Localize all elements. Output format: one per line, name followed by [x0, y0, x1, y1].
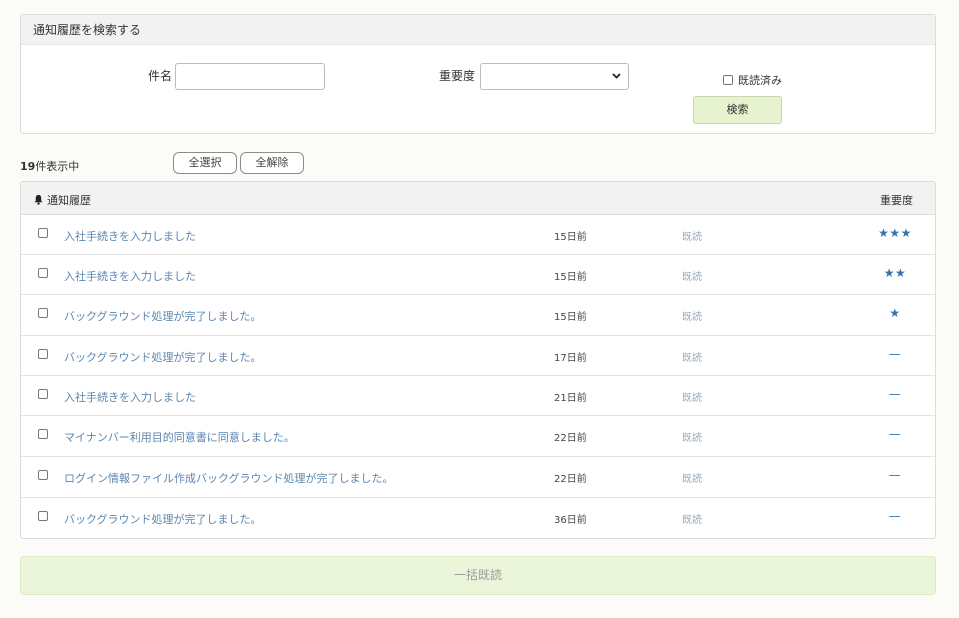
priority-label: 重要度	[439, 69, 476, 83]
row-priority: —	[888, 387, 902, 401]
row-checkbox[interactable]	[38, 470, 48, 480]
select-all-button[interactable]: 全選択	[173, 152, 237, 174]
row-checkbox[interactable]	[38, 308, 48, 318]
table-header-title-text: 通知履歴	[47, 194, 91, 207]
row-checkbox[interactable]	[38, 389, 48, 399]
row-age: 17日前	[554, 353, 587, 364]
table-row[interactable]: 入社手続きを入力しました 15日前 既読 ★★★	[21, 215, 935, 255]
subject-label: 件名	[148, 69, 173, 83]
row-priority: —	[888, 427, 902, 441]
deselect-all-button[interactable]: 全解除	[240, 152, 304, 174]
row-status: 既読	[682, 353, 702, 364]
row-priority: —	[888, 509, 902, 523]
notification-history-table: 通知履歴 重要度 入社手続きを入力しました 15日前 既読 ★★★ 入社手続きを…	[20, 181, 936, 539]
table-header-title: 通知履歴	[33, 192, 91, 208]
row-status: 既読	[682, 474, 702, 485]
read-filter[interactable]: 既読済み	[723, 72, 782, 88]
table-row[interactable]: バックグラウンド処理が完了しました。 17日前 既読 —	[21, 336, 935, 376]
result-count-suffix: 件表示中	[35, 160, 80, 173]
table-row[interactable]: 入社手続きを入力しました 15日前 既読 ★★	[21, 255, 935, 295]
row-priority: ★★	[883, 266, 907, 280]
row-checkbox[interactable]	[38, 268, 48, 278]
search-panel-title: 通知履歴を検索する	[21, 15, 935, 45]
table-row[interactable]: バックグラウンド処理が完了しました。 36日前 既読 —	[21, 498, 935, 538]
row-priority: ★	[889, 306, 901, 320]
table-row[interactable]: マイナンバー利用目的同意書に同意しました。 22日前 既読 —	[21, 416, 935, 457]
chevron-down-icon	[612, 73, 621, 79]
row-status: 既読	[682, 272, 702, 283]
row-checkbox[interactable]	[38, 228, 48, 238]
row-priority: ★★★	[878, 226, 912, 240]
subject-input[interactable]	[175, 63, 325, 90]
row-priority: —	[888, 468, 902, 482]
row-age: 21日前	[554, 393, 587, 404]
row-title[interactable]: バックグラウンド処理が完了しました。	[64, 511, 262, 527]
priority-select[interactable]	[480, 63, 629, 90]
row-priority: —	[888, 347, 902, 361]
read-filter-label: 既読済み	[738, 74, 782, 87]
row-status: 既読	[682, 515, 702, 526]
row-checkbox[interactable]	[38, 511, 48, 521]
row-checkbox[interactable]	[38, 429, 48, 439]
row-checkbox[interactable]	[38, 349, 48, 359]
result-count: 19件表示中	[20, 158, 79, 174]
row-status: 既読	[682, 433, 702, 444]
row-status: 既読	[682, 232, 702, 243]
table-row[interactable]: ログイン情報ファイル作成バックグラウンド処理が完了しました。 22日前 既読 —	[21, 457, 935, 498]
table-row[interactable]: 入社手続きを入力しました 21日前 既読 —	[21, 376, 935, 416]
row-title[interactable]: ログイン情報ファイル作成バックグラウンド処理が完了しました。	[64, 470, 394, 486]
bell-icon	[34, 194, 43, 205]
table-header-priority: 重要度	[880, 194, 913, 207]
row-title[interactable]: 入社手続きを入力しました	[64, 389, 196, 405]
search-button[interactable]: 検索	[693, 96, 782, 124]
table-header: 通知履歴 重要度	[21, 182, 935, 215]
result-count-number: 19	[20, 160, 36, 173]
row-title[interactable]: 入社手続きを入力しました	[64, 268, 196, 284]
row-title[interactable]: バックグラウンド処理が完了しました。	[64, 349, 262, 365]
row-title[interactable]: バックグラウンド処理が完了しました。	[64, 308, 262, 324]
row-status: 既読	[682, 312, 702, 323]
row-title[interactable]: 入社手続きを入力しました	[64, 228, 196, 244]
bulk-read-button[interactable]: 一括既読	[20, 556, 936, 595]
row-age: 36日前	[554, 515, 587, 526]
row-title[interactable]: マイナンバー利用目的同意書に同意しました。	[64, 429, 295, 445]
row-age: 22日前	[554, 474, 587, 485]
search-panel: 通知履歴を検索する 件名 重要度 既読済み 検索	[20, 14, 936, 134]
row-age: 15日前	[554, 312, 587, 323]
row-age: 15日前	[554, 232, 587, 243]
row-age: 22日前	[554, 433, 587, 444]
row-age: 15日前	[554, 272, 587, 283]
read-filter-checkbox[interactable]	[723, 75, 733, 85]
table-row[interactable]: バックグラウンド処理が完了しました。 15日前 既読 ★	[21, 295, 935, 336]
row-status: 既読	[682, 393, 702, 404]
